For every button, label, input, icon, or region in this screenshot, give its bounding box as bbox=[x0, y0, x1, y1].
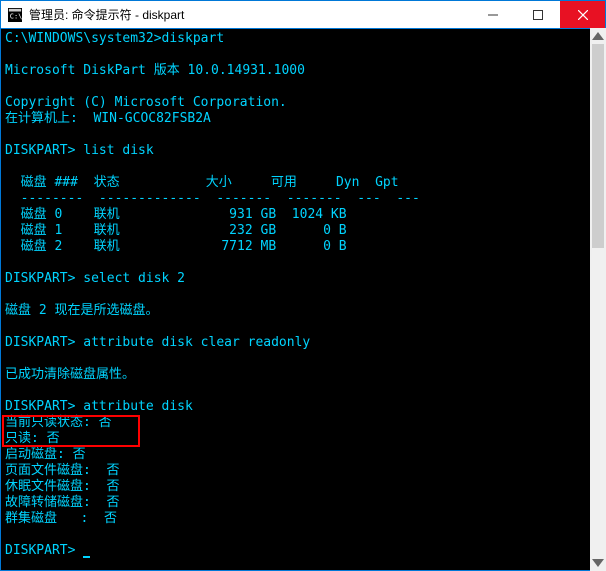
terminal-line: 磁盘 0 联机 931 GB 1024 KB bbox=[5, 207, 601, 223]
terminal-line: DISKPART> list disk bbox=[5, 143, 601, 159]
terminal-line: 磁盘 2 联机 7712 MB 0 B bbox=[5, 239, 601, 255]
close-button[interactable] bbox=[560, 1, 605, 28]
terminal-line: Copyright (C) Microsoft Corporation. bbox=[5, 95, 601, 111]
terminal-line: 磁盘 2 现在是所选磁盘。 bbox=[5, 303, 601, 319]
terminal-line: 已成功清除磁盘属性。 bbox=[5, 367, 601, 383]
cmd-icon: C:\ bbox=[7, 7, 23, 23]
terminal-line: DISKPART> attribute disk clear readonly bbox=[5, 335, 601, 351]
terminal-line bbox=[5, 159, 601, 175]
terminal-line: 页面文件磁盘: 否 bbox=[5, 463, 601, 479]
terminal-line: 故障转储磁盘: 否 bbox=[5, 495, 601, 511]
terminal-line: DISKPART> bbox=[5, 543, 601, 559]
terminal-line: 群集磁盘 : 否 bbox=[5, 511, 601, 527]
terminal-line: DISKPART> select disk 2 bbox=[5, 271, 601, 287]
window-controls bbox=[470, 1, 605, 28]
minimize-button[interactable] bbox=[470, 1, 515, 28]
window-title: 管理员: 命令提示符 - diskpart bbox=[29, 6, 470, 23]
terminal-line: 休眠文件磁盘: 否 bbox=[5, 479, 601, 495]
terminal-line: -------- ------------- ------- ------- -… bbox=[5, 191, 601, 207]
scroll-down-button[interactable] bbox=[590, 555, 606, 571]
terminal-line bbox=[5, 351, 601, 367]
terminal-line: 在计算机上: WIN-GCOC82FSB2A bbox=[5, 111, 601, 127]
terminal-line bbox=[5, 287, 601, 303]
terminal-line: 启动磁盘: 否 bbox=[5, 447, 601, 463]
terminal-line bbox=[5, 319, 601, 335]
terminal-line: C:\WINDOWS\system32>diskpart bbox=[5, 31, 601, 47]
maximize-button[interactable] bbox=[515, 1, 560, 28]
terminal-line bbox=[5, 47, 601, 63]
cursor bbox=[83, 556, 90, 558]
terminal-line bbox=[5, 79, 601, 95]
svg-text:C:\: C:\ bbox=[10, 12, 22, 20]
terminal-line bbox=[5, 255, 601, 271]
titlebar[interactable]: C:\ 管理员: 命令提示符 - diskpart bbox=[1, 1, 605, 29]
terminal-line bbox=[5, 527, 601, 543]
terminal-line: Microsoft DiskPart 版本 10.0.14931.1000 bbox=[5, 63, 601, 79]
terminal-line: 磁盘 1 联机 232 GB 0 B bbox=[5, 223, 601, 239]
vertical-scrollbar[interactable] bbox=[590, 28, 606, 571]
scroll-track[interactable] bbox=[590, 44, 606, 555]
terminal-line: 磁盘 ### 状态 大小 可用 Dyn Gpt bbox=[5, 175, 601, 191]
terminal-line bbox=[5, 383, 601, 399]
terminal-line: 只读: 否 bbox=[5, 431, 601, 447]
scroll-up-button[interactable] bbox=[590, 28, 606, 44]
terminal-output[interactable]: C:\WINDOWS\system32>diskpart Microsoft D… bbox=[1, 29, 605, 570]
scroll-thumb[interactable] bbox=[592, 44, 604, 248]
terminal-line: DISKPART> attribute disk bbox=[5, 399, 601, 415]
cmd-window: C:\ 管理员: 命令提示符 - diskpart C:\WINDOWS\sys… bbox=[0, 0, 606, 571]
terminal-line: 当前只读状态: 否 bbox=[5, 415, 601, 431]
terminal-line bbox=[5, 127, 601, 143]
